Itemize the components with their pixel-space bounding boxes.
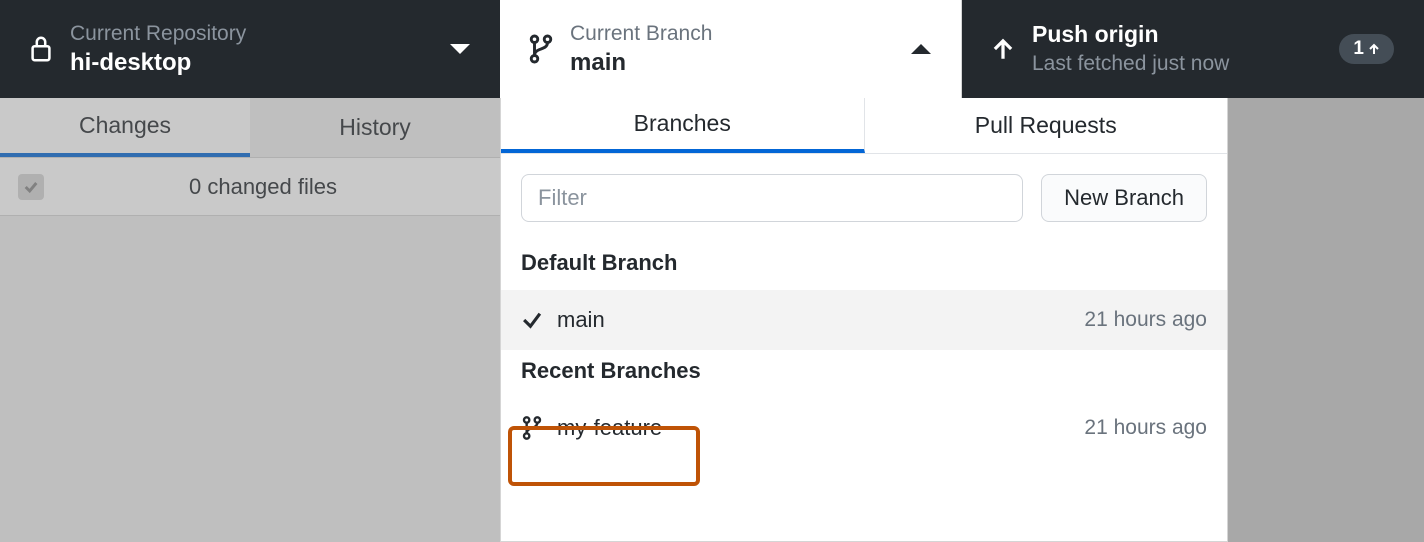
branch-label: Current Branch — [570, 20, 911, 47]
branch-dropdown: Branches Pull Requests New Branch Defaul… — [500, 98, 1228, 542]
default-branch-header: Default Branch — [501, 242, 1227, 290]
arrow-up-icon — [982, 36, 1024, 62]
push-origin-button[interactable]: Push origin Last fetched just now 1 — [962, 0, 1424, 98]
push-count-badge: 1 — [1339, 34, 1394, 64]
push-subtext: Last fetched just now — [1032, 50, 1229, 77]
repo-label: Current Repository — [70, 20, 450, 47]
branch-name-label: my-feature — [557, 415, 1084, 441]
git-branch-icon — [521, 416, 553, 440]
branch-filter-input[interactable] — [521, 174, 1023, 222]
branch-name-label: main — [557, 307, 1084, 333]
tab-branches[interactable]: Branches — [501, 98, 865, 153]
branch-item-main[interactable]: main 21 hours ago — [501, 290, 1227, 350]
repo-name: hi-desktop — [70, 47, 450, 78]
branch-item-my-feature[interactable]: my-feature 21 hours ago — [501, 398, 1227, 458]
modal-overlay — [0, 98, 500, 542]
recent-branches-header: Recent Branches — [501, 350, 1227, 398]
branch-time-label: 21 hours ago — [1084, 308, 1207, 332]
branch-time-label: 21 hours ago — [1084, 416, 1207, 440]
check-icon — [521, 309, 553, 331]
branch-name: main — [570, 47, 911, 78]
git-branch-icon — [520, 34, 562, 64]
chevron-down-icon — [450, 44, 470, 54]
chevron-up-icon — [911, 44, 931, 54]
branch-selector[interactable]: Current Branch main — [500, 0, 962, 98]
push-label: Push origin — [1032, 20, 1229, 50]
lock-icon — [20, 35, 62, 63]
new-branch-button[interactable]: New Branch — [1041, 174, 1207, 222]
tab-pull-requests[interactable]: Pull Requests — [865, 98, 1228, 153]
repo-selector[interactable]: Current Repository hi-desktop — [0, 0, 500, 98]
